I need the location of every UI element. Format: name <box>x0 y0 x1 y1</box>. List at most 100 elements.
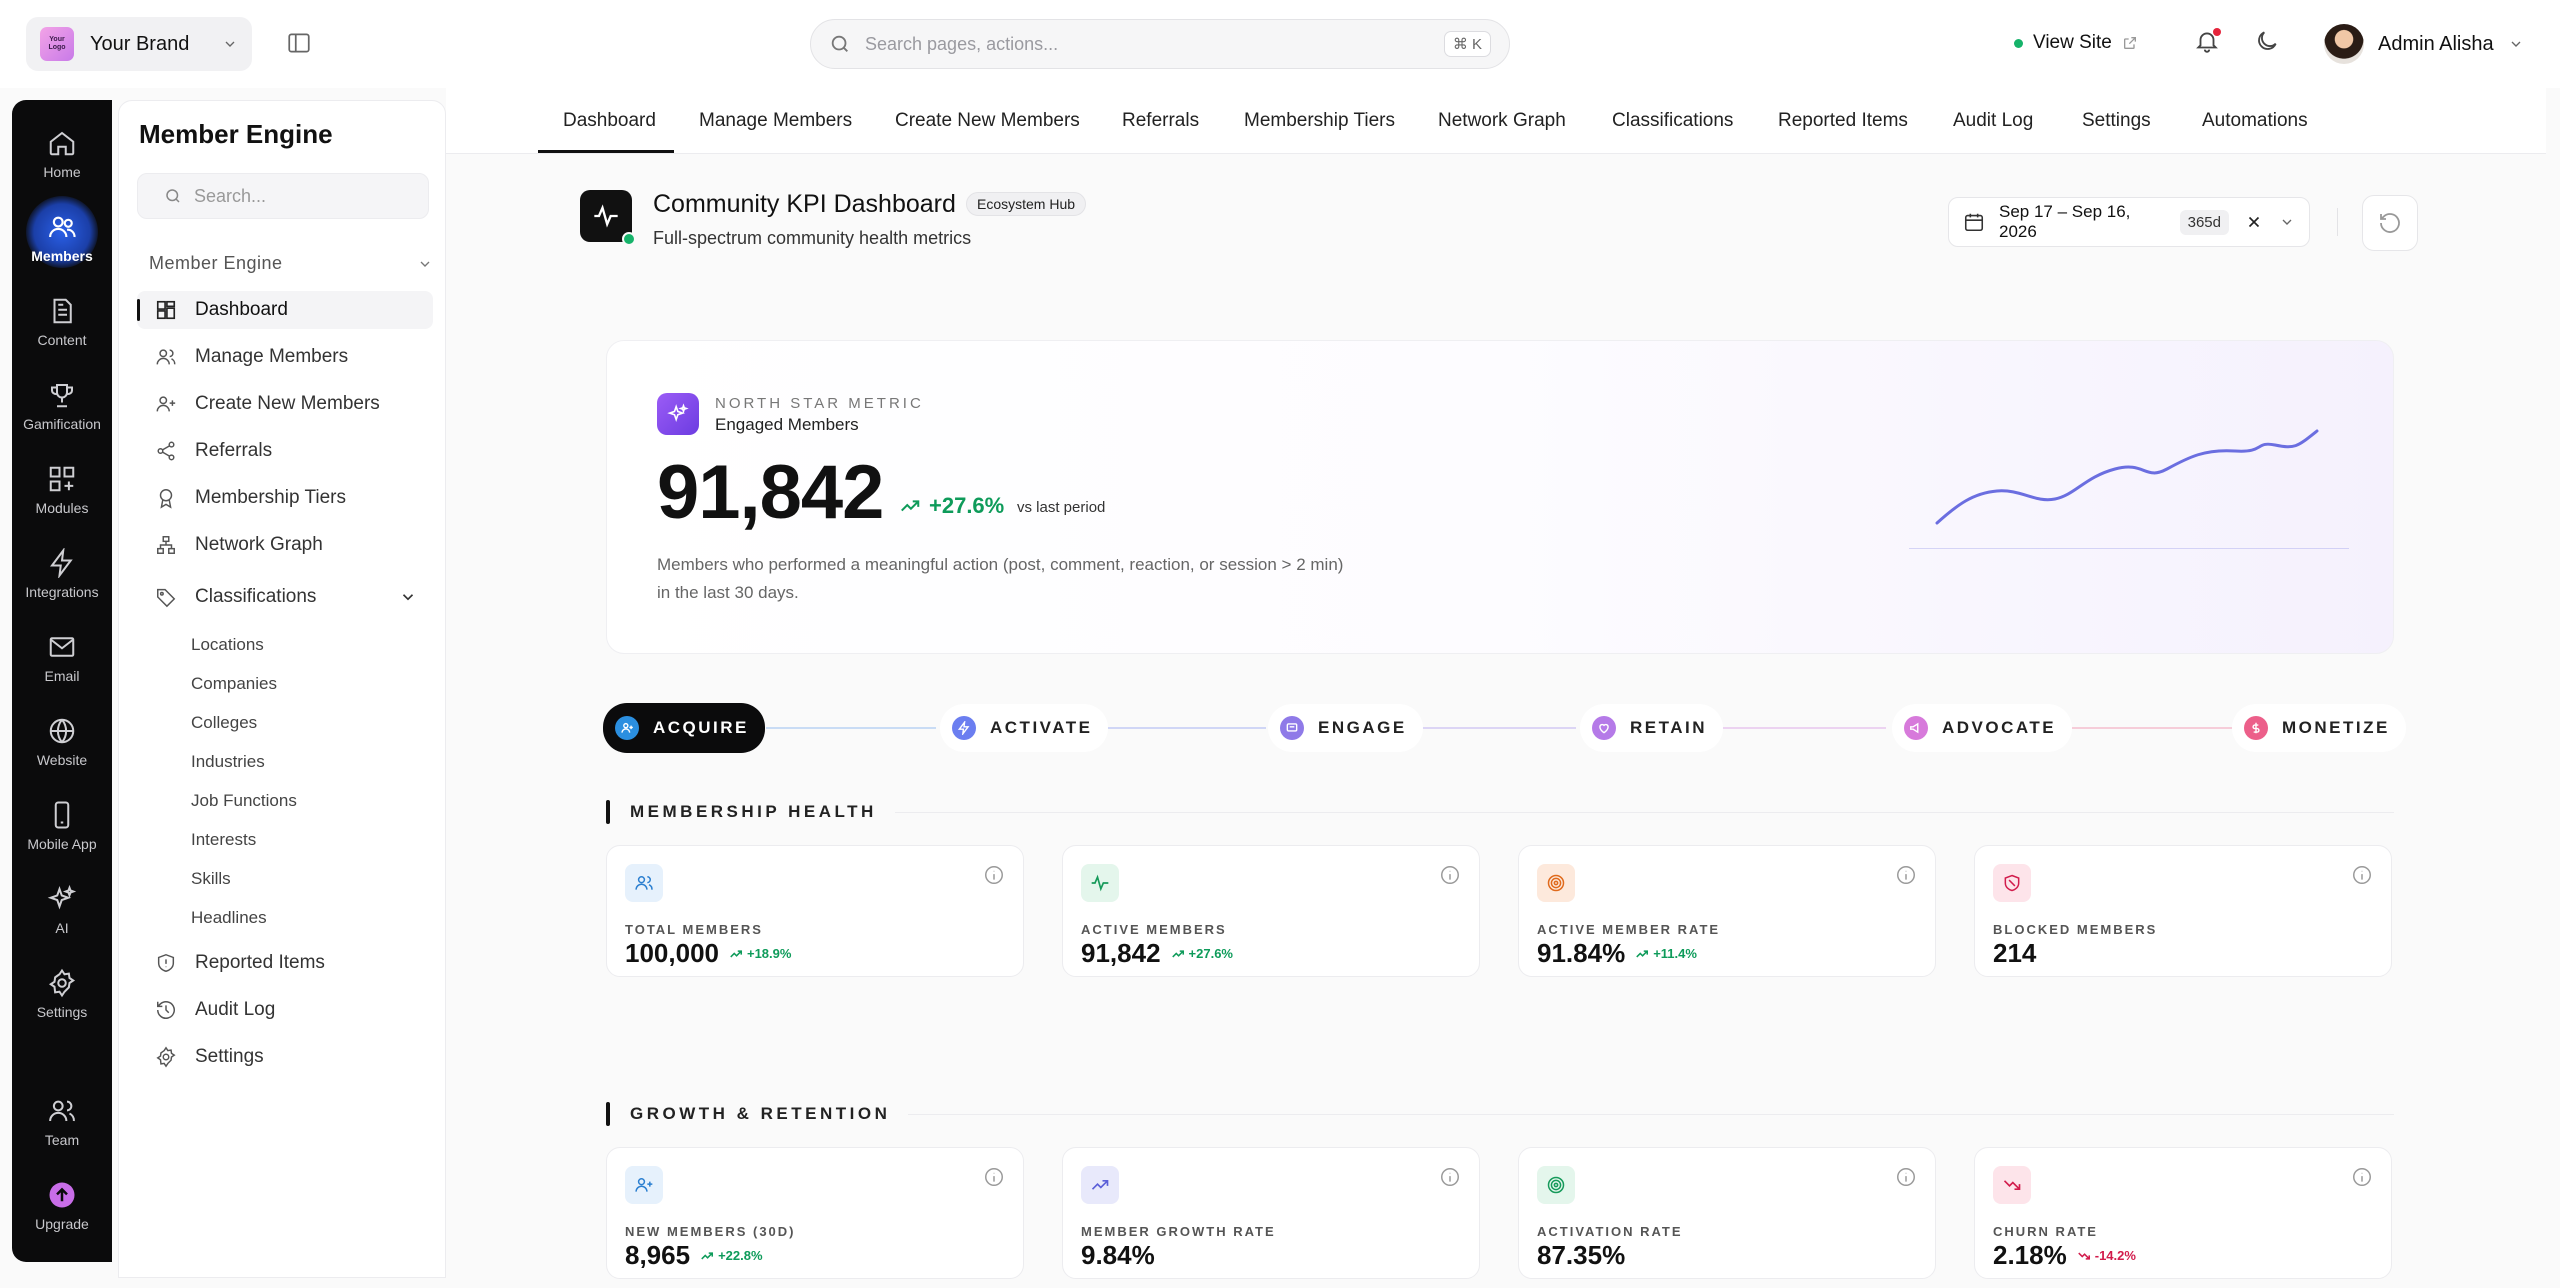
rail-item-gamification[interactable]: Gamification <box>12 368 112 448</box>
brand-logo: Your Logo <box>40 27 74 61</box>
user-menu[interactable]: Admin Alisha <box>2324 24 2524 64</box>
kpi-card-active-members[interactable]: ACTIVE MEMBERS 91,842 +27.6% <box>1062 845 1480 977</box>
info-icon[interactable] <box>1439 864 1461 886</box>
scrollbar[interactable] <box>2546 88 2560 1288</box>
sidebar-item-reported-items[interactable]: Reported Items <box>137 944 433 982</box>
gear-icon <box>47 968 77 998</box>
tab-dashboard[interactable]: Dashboard <box>563 110 656 132</box>
sidebar-subitem[interactable]: Job Functions <box>191 791 297 811</box>
users-icon <box>615 716 639 740</box>
tab-referrals[interactable]: Referrals <box>1122 110 1199 132</box>
divider <box>894 811 2394 813</box>
sidebar-search[interactable]: Search... <box>137 173 429 219</box>
sidebar-item-audit-log[interactable]: Audit Log <box>137 991 433 1029</box>
kpi-card-active-member-rate[interactable]: ACTIVE MEMBER RATE 91.84% +11.4% <box>1518 845 1936 977</box>
info-icon[interactable] <box>2351 864 2373 886</box>
notifications-button[interactable] <box>2194 28 2222 56</box>
trend-up-icon <box>1171 949 1184 957</box>
sidebar-item-create-new-members[interactable]: Create New Members <box>137 385 433 423</box>
chevron-down-icon[interactable] <box>2279 214 2295 230</box>
tab-audit-log[interactable]: Audit Log <box>1953 110 2033 132</box>
sidebar-subitem[interactable]: Locations <box>191 635 264 655</box>
sidebar-subitem[interactable]: Industries <box>191 752 265 772</box>
tab-membership-tiers[interactable]: Membership Tiers <box>1244 110 1395 132</box>
rail-item-upgrade[interactable]: Upgrade <box>12 1168 112 1248</box>
info-icon[interactable] <box>1895 864 1917 886</box>
trend-down-icon <box>1993 1166 2031 1204</box>
theme-toggle[interactable] <box>2254 28 2282 56</box>
sidebar-item-manage-members[interactable]: Manage Members <box>137 338 433 376</box>
rail-label: Integrations <box>25 584 99 600</box>
rail-label: Modules <box>35 500 89 516</box>
kpi-card-total-members[interactable]: TOTAL MEMBERS 100,000 +18.9% <box>606 845 1024 977</box>
kpi-label: ACTIVE MEMBERS <box>1081 922 1227 937</box>
sidebar-item-settings[interactable]: Settings <box>137 1038 433 1076</box>
user-plus-icon <box>625 1166 663 1204</box>
sidebar-item-dashboard[interactable]: Dashboard <box>137 291 433 329</box>
tab-network-graph[interactable]: Network Graph <box>1438 110 1566 132</box>
info-icon[interactable] <box>1895 1166 1917 1188</box>
search-input[interactable]: Search pages, actions... <box>865 34 1444 55</box>
info-icon[interactable] <box>2351 1166 2373 1188</box>
tab-automations[interactable]: Automations <box>2202 110 2308 132</box>
stage-label: ACQUIRE <box>653 718 749 737</box>
funnel-stage-advocate[interactable]: ADVOCATE <box>1892 704 2073 752</box>
funnel-stage-acquire[interactable]: ACQUIRE <box>603 703 765 753</box>
tab-settings[interactable]: Settings <box>2082 110 2151 132</box>
rail-item-mobile-app[interactable]: Mobile App <box>12 788 112 868</box>
kpi-card-churn-rate[interactable]: CHURN RATE 2.18% -14.2% <box>1974 1147 2392 1279</box>
home-icon <box>47 128 77 158</box>
funnel-stage-monetize[interactable]: MONETIZE <box>2232 704 2406 752</box>
global-search[interactable]: Search pages, actions... ⌘ K <box>810 19 1510 69</box>
info-icon[interactable] <box>983 1166 1005 1188</box>
sidebar-item-network-graph[interactable]: Network Graph <box>137 526 433 564</box>
rail-item-settings[interactable]: Settings <box>12 956 112 1036</box>
sidebar-subitem[interactable]: Companies <box>191 674 277 694</box>
date-range-picker[interactable]: Sep 17 – Sep 16, 2026 365d <box>1948 197 2310 247</box>
tab-manage-members[interactable]: Manage Members <box>699 110 852 132</box>
rail-item-home[interactable]: Home <box>12 116 112 196</box>
sidebar-item-classifications[interactable]: Classifications <box>137 578 433 616</box>
rail-item-members[interactable]: Members <box>12 196 112 280</box>
users-icon <box>155 346 177 368</box>
rail-item-content[interactable]: Content <box>12 284 112 364</box>
rail-label: Gamification <box>23 416 101 432</box>
rail-item-team[interactable]: Team <box>12 1084 112 1164</box>
tab-create-new-members[interactable]: Create New Members <box>895 110 1080 132</box>
rail-item-integrations[interactable]: Integrations <box>12 536 112 616</box>
kpi-value: 87.35% <box>1537 1240 1626 1270</box>
trend-up-icon <box>701 1251 714 1259</box>
kpi-card-blocked-members[interactable]: BLOCKED MEMBERS 214 <box>1974 845 2392 977</box>
sidebar-toggle-icon[interactable] <box>286 30 312 56</box>
funnel-stage-engage[interactable]: ENGAGE <box>1268 704 1423 752</box>
app-rail: Home Members Content Gamification Module… <box>12 100 112 1262</box>
sidebar-search-input[interactable]: Search... <box>194 186 266 207</box>
rail-item-email[interactable]: Email <box>12 620 112 700</box>
info-icon[interactable] <box>983 864 1005 886</box>
tab-classifications[interactable]: Classifications <box>1612 110 1733 132</box>
sidebar-subitem[interactable]: Interests <box>191 830 256 850</box>
kpi-card-activation-rate[interactable]: ACTIVATION RATE 87.35% <box>1518 1147 1936 1279</box>
funnel-stage-retain[interactable]: RETAIN <box>1580 704 1724 752</box>
kpi-value-row: 91.84% +11.4% <box>1537 938 1697 969</box>
sidebar-subitem[interactable]: Headlines <box>191 908 267 928</box>
sidebar-subitem[interactable]: Skills <box>191 869 231 889</box>
refresh-button[interactable] <box>2362 195 2418 251</box>
view-site-link[interactable]: View Site <box>2014 32 2138 54</box>
info-icon[interactable] <box>1439 1166 1461 1188</box>
heart-icon <box>1592 716 1616 740</box>
sidebar-subitem[interactable]: Colleges <box>191 713 257 733</box>
tab-reported-items[interactable]: Reported Items <box>1778 110 1908 132</box>
rail-item-website[interactable]: Website <box>12 704 112 784</box>
funnel-stage-activate[interactable]: ACTIVATE <box>940 704 1109 752</box>
kpi-card-new-members[interactable]: NEW MEMBERS (30D) 8,965 +22.8% <box>606 1147 1024 1279</box>
sidebar-group-header[interactable]: Member Engine <box>149 253 433 274</box>
brand-switcher[interactable]: Your Logo Your Brand <box>26 17 252 71</box>
search-shortcut: ⌘ K <box>1443 31 1491 57</box>
sidebar-item-membership-tiers[interactable]: Membership Tiers <box>137 479 433 517</box>
rail-item-modules[interactable]: Modules <box>12 452 112 532</box>
sidebar-item-referrals[interactable]: Referrals <box>137 432 433 470</box>
rail-item-ai[interactable]: AI <box>12 872 112 952</box>
clear-range-icon[interactable] <box>2245 213 2263 231</box>
kpi-card-member-growth-rate[interactable]: MEMBER GROWTH RATE 9.84% <box>1062 1147 1480 1279</box>
